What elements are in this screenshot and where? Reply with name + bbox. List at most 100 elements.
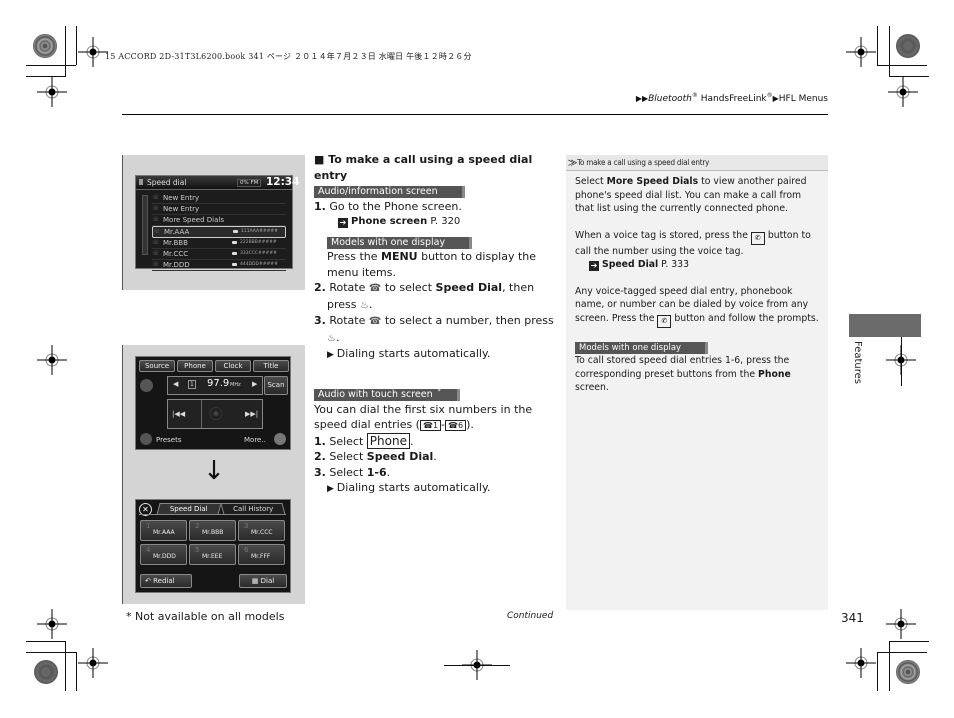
- seek-back-icon[interactable]: |◀◀: [172, 410, 185, 418]
- note-paragraph: Any voice-tagged speed dial entry, phone…: [575, 285, 820, 328]
- entry-slot-number: 6: [244, 546, 249, 554]
- presets-button[interactable]: Presets: [156, 436, 181, 444]
- entry-slot-number: 4: [146, 546, 151, 554]
- speed-dial-row[interactable]: ☏ Mr.AAA 111AAA#####: [152, 226, 286, 238]
- xref-label[interactable]: Speed Dial: [602, 259, 658, 270]
- breadcrumb-item[interactable]: Bluetooth: [648, 94, 692, 104]
- more-icon[interactable]: [274, 433, 286, 445]
- step-number: 1.: [314, 434, 326, 448]
- presets-icon[interactable]: [140, 433, 152, 445]
- step-1: 1. Go to the Phone screen.: [314, 199, 558, 215]
- entry-name: New Entry: [163, 194, 200, 202]
- step-number: 2.: [314, 281, 326, 294]
- screen-audio: Source Phone Clock Title ◀ 1 97.9 MHz ▶ Sca…: [135, 356, 291, 450]
- registration-rosette-icon: [896, 34, 920, 58]
- antenna-icon: ⦿: [209, 407, 223, 423]
- crop-line: [877, 652, 878, 691]
- interface-dial-press-icon: ♨: [360, 299, 369, 311]
- speed-dial-row[interactable]: ☏ Mr.BBB 222BBB#####: [152, 238, 286, 249]
- seek-panel: |◀◀ ⦿ ▶▶|: [167, 399, 263, 429]
- xref-phone-screen[interactable]: ➔ Phone screen P. 320: [314, 214, 558, 230]
- crop-line: [76, 652, 77, 691]
- section-tab[interactable]: [849, 314, 921, 337]
- crop-line: [889, 26, 890, 76]
- crop-line: [65, 26, 66, 76]
- note-title: To make a call using a speed dial entry: [577, 158, 710, 167]
- tab-underline: [139, 514, 286, 515]
- label-text: Models with one display: [575, 341, 709, 354]
- step-text: Go to the Phone screen.: [329, 199, 462, 213]
- continued-label: Continued: [507, 611, 554, 621]
- icon-number: 6: [458, 421, 464, 431]
- speed-dial-entry-button[interactable]: 6 Mr.FFF: [238, 544, 285, 565]
- crop-line: [877, 26, 878, 65]
- tune-down-icon[interactable]: ◀: [173, 380, 178, 388]
- result-text: Dialing starts automatically.: [336, 481, 491, 495]
- redial-button[interactable]: ↶ Redial: [140, 574, 192, 588]
- number-type-icon: [232, 263, 237, 266]
- xref-arrow-icon: ➔: [589, 261, 599, 271]
- seek-forward-icon[interactable]: ▶▶|: [245, 410, 258, 418]
- speed-dial-entry-button[interactable]: 2 Mr.BBB: [189, 520, 236, 541]
- entry-name: Mr.DDD: [153, 553, 176, 560]
- entry-name: Mr.BBB: [202, 529, 224, 536]
- text: ).: [466, 418, 474, 432]
- speed-dial-row[interactable]: ☏ More Speed Dials: [152, 215, 286, 226]
- text: button and follow the prompts.: [671, 312, 819, 324]
- label-text: Audio/information screen: [314, 186, 465, 198]
- heading-text: To make a call using a speed dial entry: [314, 153, 533, 182]
- note-body: Select More Speed Dials to view another …: [566, 171, 828, 395]
- text: Rotate: [329, 314, 369, 327]
- xref-arrow-icon: ➔: [338, 218, 348, 228]
- speed-dial-row[interactable]: ☏ Mr.DDD 444DDD#####: [152, 260, 286, 271]
- text: screen.: [575, 382, 609, 393]
- xref-page: P. 333: [658, 259, 689, 270]
- speed-dial-entry-button[interactable]: 4 Mr.DDD: [140, 544, 187, 565]
- registration-rosette-icon: [34, 660, 58, 684]
- crop-line: [65, 641, 66, 691]
- screen-speed-dial-touch: ✕ Speed Dial Call History 1 Mr.AAA 2 Mr.BBB…: [135, 499, 291, 593]
- screen-speed-dial: Speed dial 0% FM 12:34 ☏ New Entry ☏ New En…: [135, 175, 299, 271]
- preset-1-icon: ☎1: [419, 420, 442, 432]
- audio-tab-source[interactable]: Source: [139, 360, 175, 372]
- crop-line: [444, 665, 510, 666]
- frequency-unit: MHz: [230, 382, 241, 388]
- page-number: 341: [841, 611, 864, 625]
- talk-button-icon: ✆: [750, 231, 765, 245]
- text: .: [433, 450, 437, 464]
- speed-dial-entry-button[interactable]: 1 Mr.AAA: [140, 520, 187, 541]
- label-audio-info: Audio/information screen: [314, 183, 558, 199]
- breadcrumb-item[interactable]: HandsFreeLink: [701, 94, 767, 104]
- tune-up-icon[interactable]: ▶: [252, 380, 257, 388]
- text: Rotate: [329, 281, 369, 294]
- entry-name: Mr.EEE: [202, 553, 223, 560]
- audio-tab-title[interactable]: Title: [253, 360, 289, 372]
- speed-dial-entry-button[interactable]: 3 Mr.CCC: [238, 520, 285, 541]
- step-number: 2.: [314, 450, 326, 464]
- scan-button[interactable]: Scan: [264, 376, 288, 395]
- xref-label[interactable]: Phone screen: [351, 216, 427, 227]
- breadcrumb-item[interactable]: HFL Menus: [779, 94, 828, 104]
- more-button[interactable]: More..: [244, 436, 266, 444]
- speed-dial-row[interactable]: ☏ New Entry: [152, 204, 286, 215]
- speed-dial-row[interactable]: ☏ Mr.CCC 333CCC#####: [152, 249, 286, 260]
- screen-title: Speed dial: [147, 178, 187, 187]
- result-arrow-icon: ▶: [327, 350, 337, 360]
- result-2: ▶ Dialing starts automatically.: [314, 480, 558, 498]
- audio-tab-clock[interactable]: Clock: [215, 360, 251, 372]
- entry-name: Mr.AAA: [164, 228, 190, 236]
- registration-mark-icon: [37, 77, 67, 107]
- registration-mark-icon: [888, 77, 918, 107]
- speed-dial-entry-button[interactable]: 5 Mr.EEE: [189, 544, 236, 565]
- bold-text: Speed Dial: [435, 281, 503, 294]
- main-column: ■ To make a call using a speed dial entr…: [314, 152, 558, 498]
- speed-dial-row[interactable]: ☏ New Entry: [152, 193, 286, 204]
- dial-button[interactable]: ▦ Dial: [239, 574, 287, 588]
- entry-name: Mr.CCC: [163, 250, 189, 258]
- xref-speed-dial[interactable]: ➔ Speed Dial P. 333: [575, 258, 820, 272]
- scrollbar[interactable]: [142, 195, 148, 255]
- step-2: 2. Rotate ☎ to select Speed Dial, then p…: [314, 280, 558, 313]
- phone-icon: [139, 179, 143, 185]
- registration-mark-icon: [37, 345, 67, 375]
- audio-tab-phone[interactable]: Phone: [177, 360, 213, 372]
